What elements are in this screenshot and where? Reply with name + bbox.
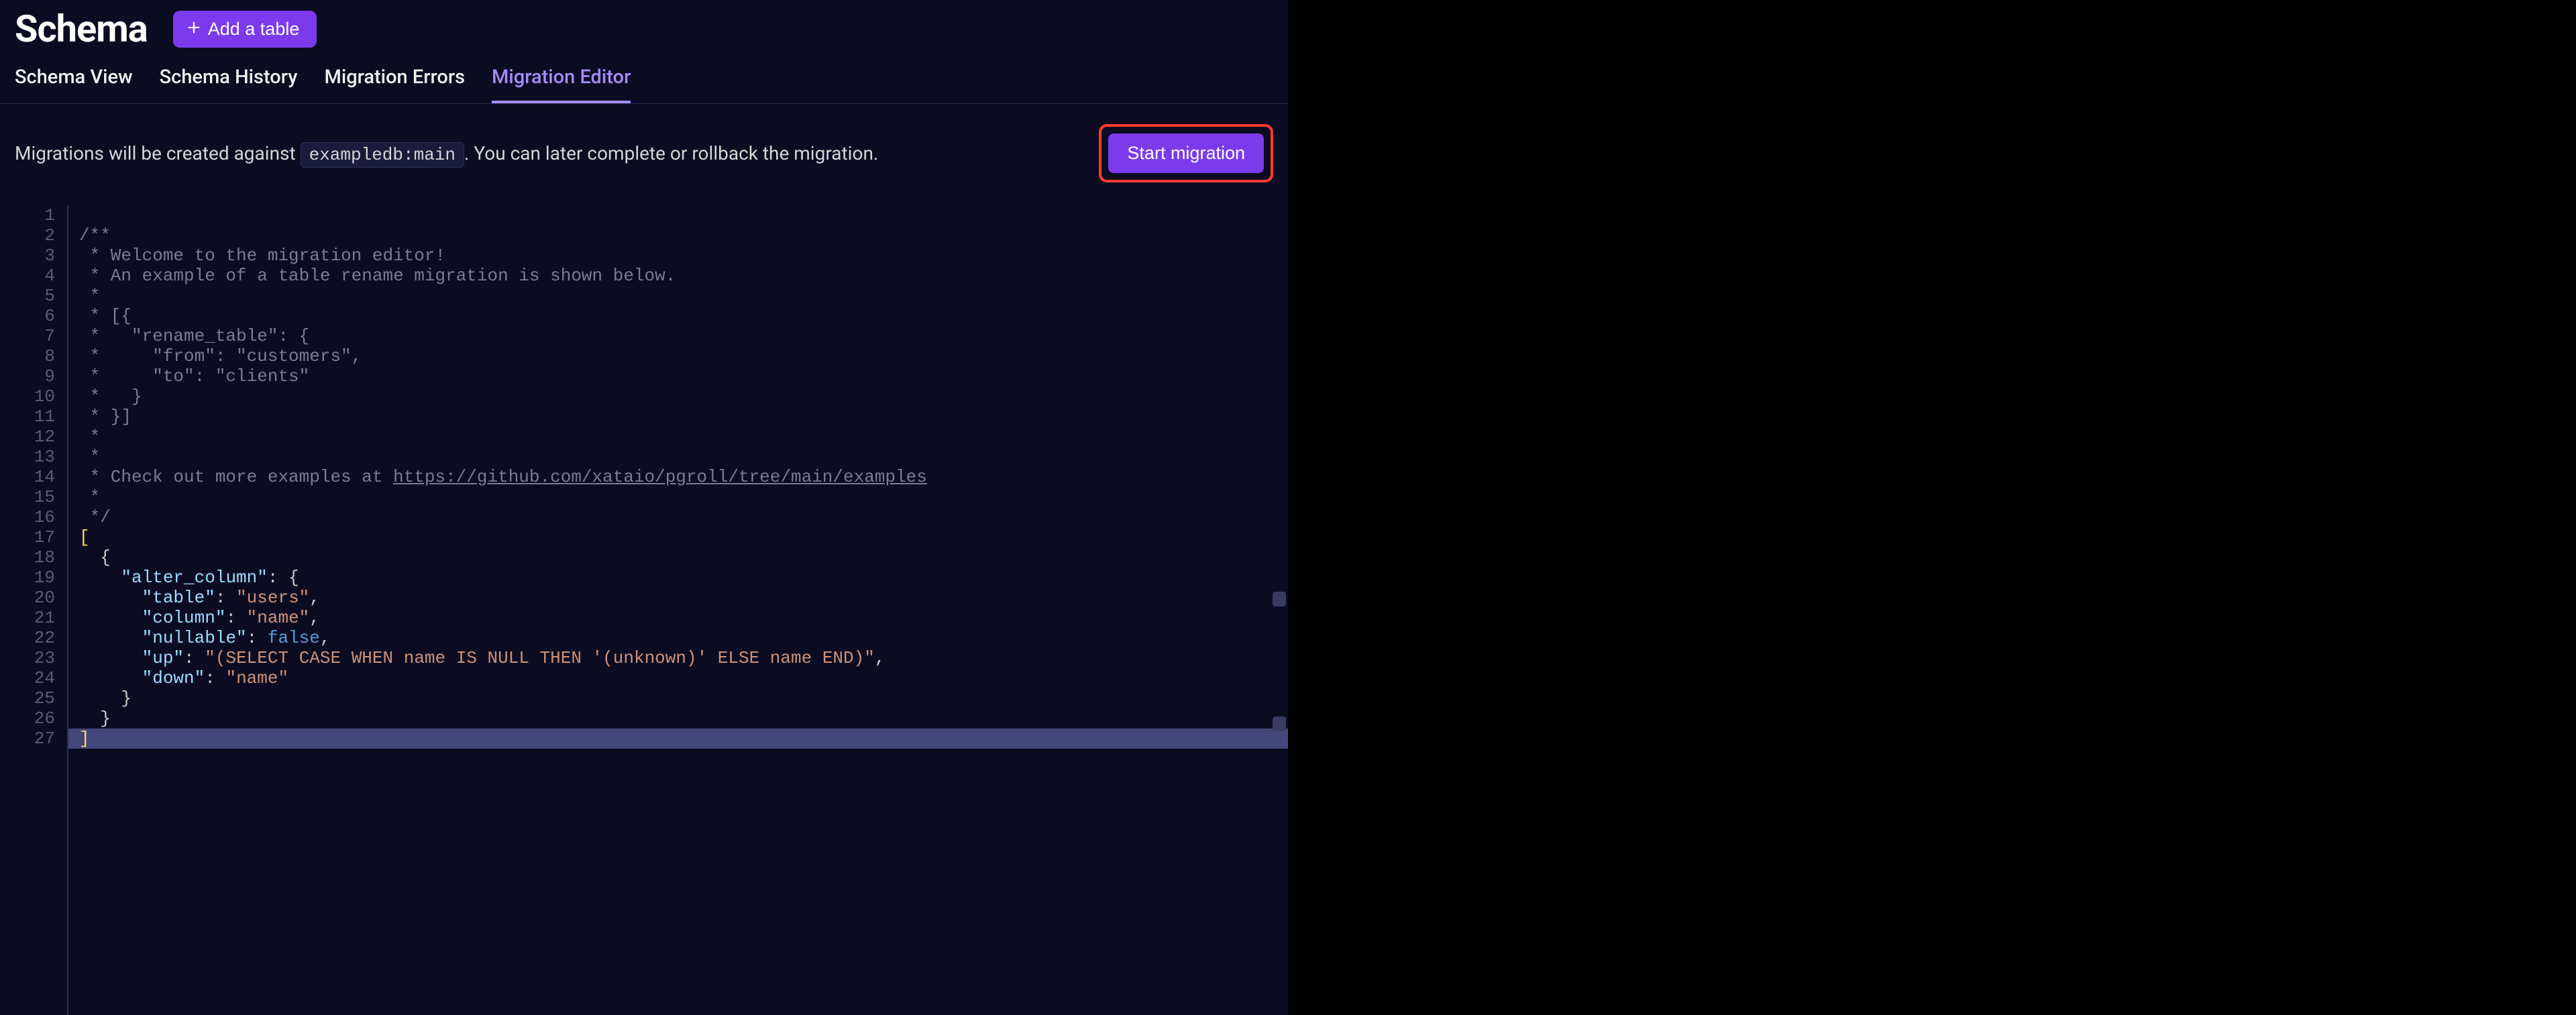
code-line[interactable]: */ [79, 507, 1288, 527]
editor-code-area[interactable]: /** * Welcome to the migration editor! *… [67, 205, 1288, 1015]
code-line[interactable]: /** [79, 225, 1288, 246]
code-line[interactable]: * Welcome to the migration editor! [79, 246, 1288, 266]
migration-info-text: Migrations will be created against examp… [15, 142, 878, 165]
code-line[interactable]: * "from": "customers", [79, 346, 1288, 366]
code-line[interactable]: ] [68, 729, 1288, 749]
code-line[interactable]: [ [79, 527, 1288, 547]
code-line[interactable]: * [{ [79, 306, 1288, 326]
code-line[interactable]: * An example of a table rename migration… [79, 266, 1288, 286]
tab-migration-editor[interactable]: Migration Editor [492, 66, 631, 103]
tab-migration-errors[interactable]: Migration Errors [324, 66, 465, 103]
add-table-button[interactable]: Add a table [173, 11, 317, 48]
code-line[interactable]: "alter_column": { [79, 568, 1288, 588]
code-line[interactable]: "column": "name", [79, 608, 1288, 628]
page-title: Schema [15, 7, 148, 51]
code-line[interactable]: } [79, 708, 1288, 729]
code-line[interactable]: { [79, 547, 1288, 568]
code-line[interactable]: } [79, 688, 1288, 708]
scrollbar-thumb[interactable] [1273, 716, 1286, 731]
code-line[interactable]: * [79, 427, 1288, 447]
plus-icon [186, 19, 201, 40]
code-line[interactable]: "table": "users", [79, 588, 1288, 608]
code-line[interactable]: * [79, 286, 1288, 306]
examples-link[interactable]: https://github.com/xataio/pgroll/tree/ma… [393, 467, 927, 487]
editor-gutter: 1234567891011121314151617181920212223242… [0, 205, 67, 1015]
empty-region [1288, 0, 2576, 1015]
code-line[interactable]: * } [79, 386, 1288, 407]
tab-schema-history[interactable]: Schema History [160, 66, 298, 103]
tabs: Schema View Schema History Migration Error… [0, 58, 1288, 104]
code-line[interactable]: * Check out more examples at https://git… [79, 467, 1288, 487]
code-line[interactable]: * "to": "clients" [79, 366, 1288, 386]
code-line[interactable]: * [79, 487, 1288, 507]
code-line[interactable] [79, 205, 1288, 225]
db-branch-chip: exampledb:main [301, 142, 464, 168]
tab-schema-view[interactable]: Schema View [15, 66, 133, 103]
code-line[interactable]: * "rename_table": { [79, 326, 1288, 346]
code-line[interactable]: "down": "name" [79, 668, 1288, 688]
code-line[interactable]: "nullable": false, [79, 628, 1288, 648]
migration-code-editor[interactable]: 1234567891011121314151617181920212223242… [0, 199, 1288, 1015]
info-suffix: . You can later complete or rollback the… [464, 142, 878, 164]
code-line[interactable]: * }] [79, 407, 1288, 427]
start-migration-button[interactable]: Start migration [1108, 133, 1264, 173]
info-prefix: Migrations will be created against [15, 142, 301, 164]
add-table-label: Add a table [208, 19, 300, 40]
code-line[interactable]: * [79, 447, 1288, 467]
start-migration-highlight: Start migration [1099, 124, 1273, 182]
code-line[interactable]: "up": "(SELECT CASE WHEN name IS NULL TH… [79, 648, 1288, 668]
scrollbar-thumb[interactable] [1273, 592, 1286, 606]
